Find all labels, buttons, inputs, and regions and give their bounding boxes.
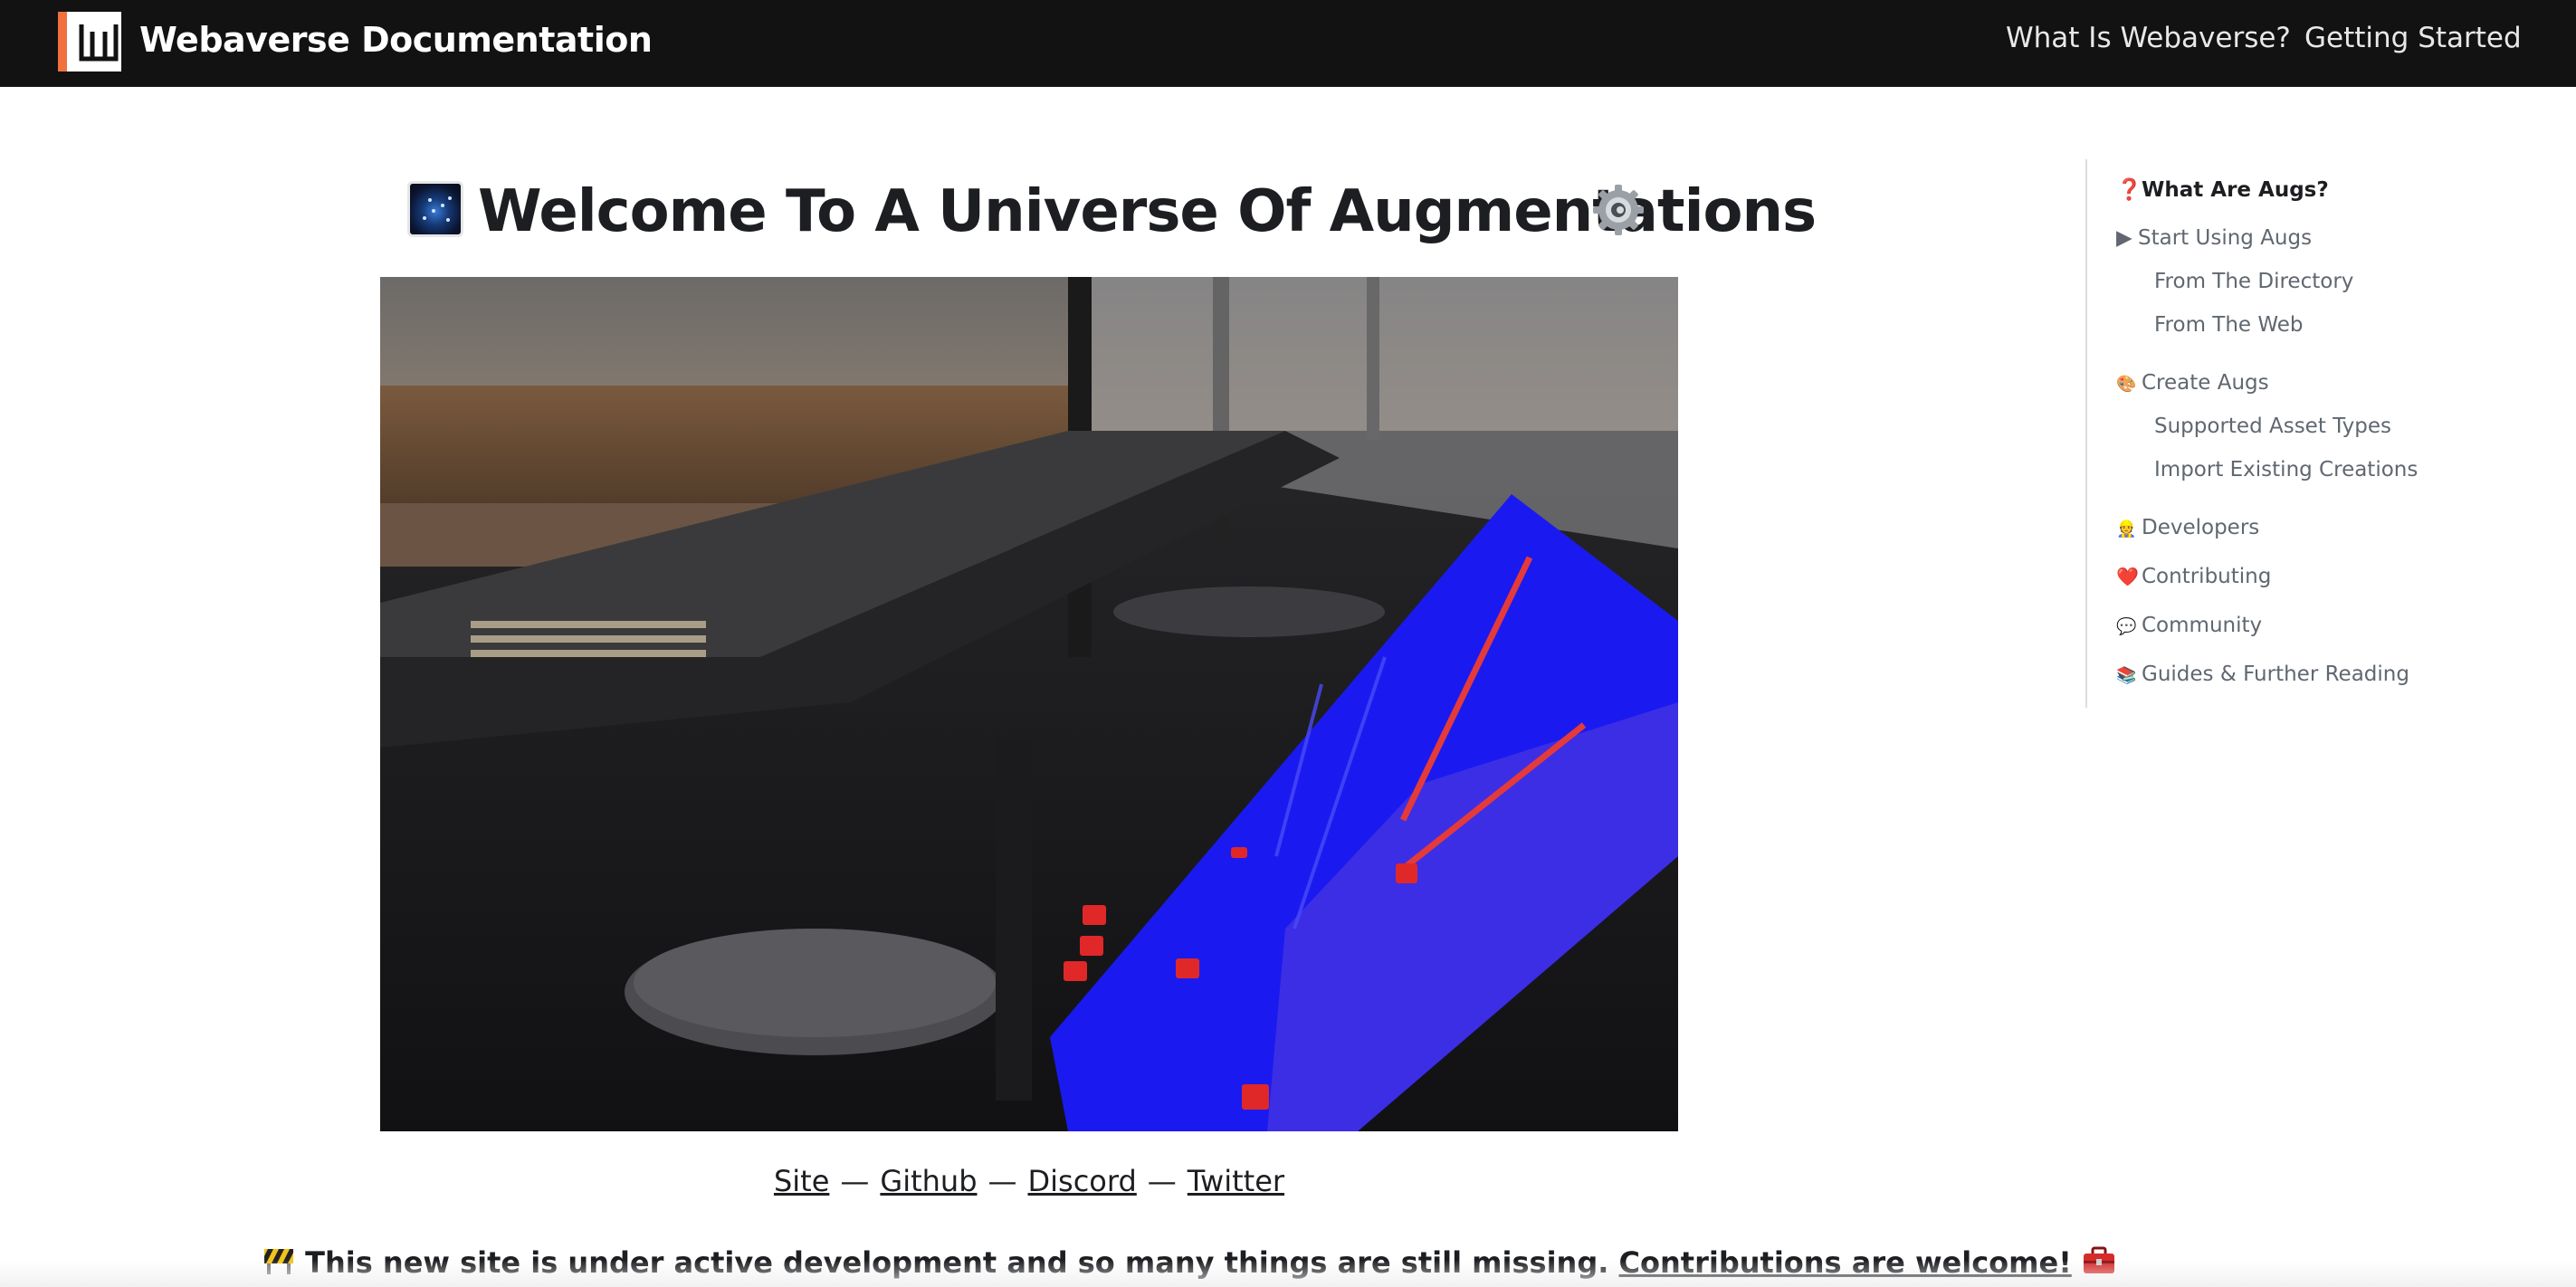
table-of-contents: ❓What Are Augs? ▶ Start Using Augs From T… [2085, 159, 2504, 708]
toc-item-community[interactable]: 💬 Community [2116, 614, 2262, 637]
hero-image [380, 277, 1678, 1131]
separator: — [987, 1164, 1017, 1198]
contributions-link[interactable]: Contributions are welcome! [1619, 1245, 2072, 1280]
top-navbar: Webaverse Documentation What Is Webavers… [0, 0, 2576, 87]
link-twitter[interactable]: Twitter [1188, 1164, 1284, 1198]
construction-icon [262, 1245, 295, 1283]
toc-item-create-augs[interactable]: 🎨 Create Augs [2116, 371, 2269, 395]
toc-item-start-using-augs[interactable]: ▶ Start Using Augs [2116, 226, 2312, 250]
toc-item-label: Create Augs [2142, 371, 2269, 395]
toc-item-guides-further-reading[interactable]: 📚 Guides & Further Reading [2116, 663, 2409, 686]
separator: — [1147, 1164, 1177, 1198]
toc-item-label: Guides & Further Reading [2142, 663, 2409, 686]
question-mark-icon: ❓ [2116, 178, 2142, 202]
toc-item-developers[interactable]: 👷 Developers [2116, 516, 2259, 539]
webaverse-logo-icon[interactable] [58, 12, 121, 72]
project-links: Site — Github — Discord — Twitter [0, 1164, 2058, 1198]
separator: — [840, 1164, 870, 1198]
toc-item-from-the-directory[interactable]: From The Directory [2154, 270, 2353, 293]
play-icon: ▶ [2116, 226, 2132, 250]
toc-item-label: From The Web [2154, 313, 2304, 337]
notice-text: This new site is under active developmen… [305, 1245, 1609, 1280]
toc-item-contributing[interactable]: ❤️ Contributing [2116, 565, 2271, 588]
toc-item-label: What Are Augs? [2142, 178, 2329, 202]
gear-icon [1589, 181, 1647, 243]
toc-item-label: Start Using Augs [2138, 226, 2313, 250]
toc-item-label: Import Existing Creations [2154, 458, 2419, 481]
toc-item-label: From The Directory [2154, 270, 2354, 293]
link-discord[interactable]: Discord [1028, 1164, 1137, 1198]
toc-item-label: Community [2142, 614, 2263, 637]
toc-item-label: Supported Asset Types [2154, 415, 2391, 438]
speech-bubble-icon: 💬 [2116, 617, 2137, 636]
books-icon: 📚 [2116, 666, 2137, 685]
toolbox-icon [2082, 1246, 2116, 1282]
page-title-row: Welcome To A Universe Of Augmentations [407, 179, 1817, 244]
toc-item-supported-asset-types[interactable]: Supported Asset Types [2154, 415, 2391, 438]
site-brand-title[interactable]: Webaverse Documentation [139, 20, 653, 60]
nav-link-getting-started[interactable]: Getting Started [2304, 22, 2522, 54]
nav-link-what-is-webaverse[interactable]: What Is Webaverse? [2006, 22, 2291, 54]
link-github[interactable]: Github [880, 1164, 977, 1198]
toc-item-label: Contributing [2142, 565, 2272, 588]
toc-item-import-existing-creations[interactable]: Import Existing Creations [2154, 458, 2418, 481]
development-notice: This new site is under active developmen… [262, 1245, 2116, 1283]
toc-item-from-the-web[interactable]: From The Web [2154, 313, 2304, 337]
toc-item-label: Developers [2142, 516, 2260, 539]
link-site[interactable]: Site [774, 1164, 829, 1198]
construction-worker-icon: 👷 [2116, 520, 2137, 539]
palette-icon: 🎨 [2116, 375, 2137, 394]
toc-item-what-are-augs[interactable]: ❓What Are Augs? [2116, 177, 2329, 202]
heart-icon: ❤️ [2116, 566, 2139, 587]
galaxy-icon [407, 181, 463, 237]
